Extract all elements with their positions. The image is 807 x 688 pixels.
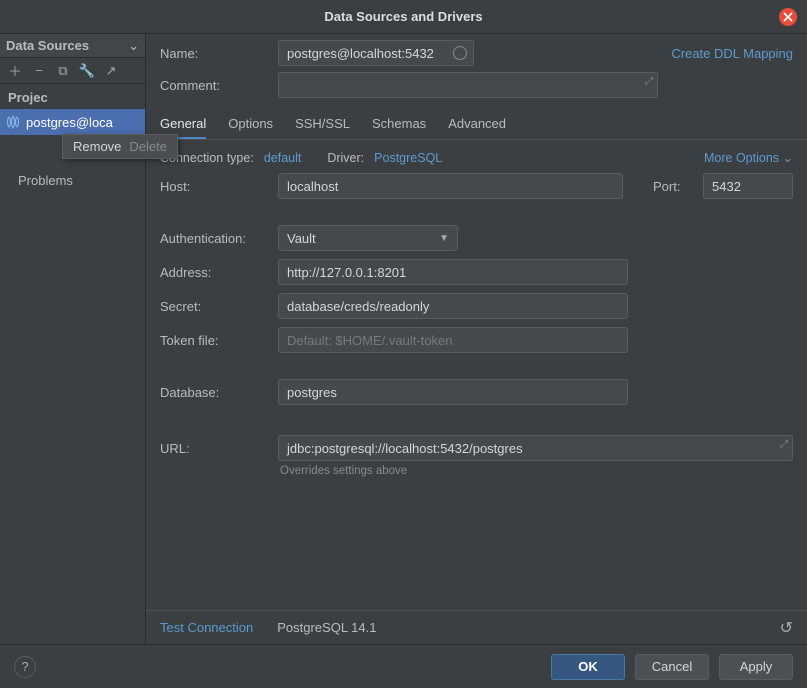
auth-row: Authentication: Vault ▼ — [160, 225, 793, 251]
wrench-icon: 🔧 — [79, 63, 95, 79]
tooltip-action: Remove — [73, 139, 121, 154]
copy-button[interactable]: ⧉ — [54, 62, 72, 80]
host-row: Host: localhost Port: 5432 — [160, 173, 793, 199]
settings-button[interactable]: 🔧 — [78, 62, 96, 80]
tab-ssh-ssl[interactable]: SSH/SSL — [295, 116, 350, 139]
minus-icon: − — [35, 63, 43, 78]
datasource-item[interactable]: postgres@loca — [0, 109, 145, 135]
comment-label: Comment: — [160, 78, 268, 93]
tab-bar: General Options SSH/SSL Schemas Advanced — [146, 110, 807, 140]
tab-options[interactable]: Options — [228, 116, 273, 139]
name-row: Name: postgres@localhost:5432 Create DDL… — [146, 34, 807, 72]
dialog-body: Data Sources ⌄ ＋ − ⧉ 🔧 ↗ Projec postgres… — [0, 34, 807, 644]
driver-label: Driver: — [327, 151, 364, 165]
tooltip: Remove Delete — [62, 134, 178, 159]
token-label: Token file: — [160, 333, 268, 348]
sidebar-item-problems[interactable]: Problems — [0, 159, 145, 188]
dropdown-icon: ▼ — [439, 233, 449, 244]
plus-icon: ＋ — [8, 61, 21, 80]
copy-icon: ⧉ — [58, 63, 67, 79]
address-input[interactable]: http://127.0.0.1:8201 — [278, 259, 628, 285]
sidebar-toolbar: ＋ − ⧉ 🔧 ↗ — [0, 58, 145, 84]
window-title: Data Sources and Drivers — [324, 9, 482, 24]
help-icon: ? — [21, 659, 28, 674]
sidebar: Data Sources ⌄ ＋ − ⧉ 🔧 ↗ Projec postgres… — [0, 34, 146, 644]
port-label: Port: — [653, 179, 693, 194]
secret-label: Secret: — [160, 299, 268, 314]
color-circle-icon[interactable] — [453, 46, 467, 60]
host-label: Host: — [160, 179, 268, 194]
dialog-window: Data Sources and Drivers Data Sources ⌄ … — [0, 0, 807, 688]
comment-input[interactable]: ⤢ — [278, 72, 658, 98]
expand-icon[interactable]: ⤢ — [780, 439, 788, 450]
create-ddl-mapping-link[interactable]: Create DDL Mapping — [671, 46, 793, 61]
connection-type-value[interactable]: default — [264, 151, 302, 165]
name-value: postgres@localhost:5432 — [287, 46, 434, 61]
token-row: Token file: Default: $HOME/.vault-token — [160, 327, 793, 353]
url-label: URL: — [160, 441, 268, 456]
database-row: Database: postgres — [160, 379, 793, 405]
cancel-button[interactable]: Cancel — [635, 654, 709, 680]
datasource-item-label: postgres@loca — [26, 115, 113, 130]
comment-row: Comment: ⤢ — [146, 72, 807, 104]
port-input[interactable]: 5432 — [703, 173, 793, 199]
auth-select[interactable]: Vault ▼ — [278, 225, 458, 251]
more-options-link[interactable]: More Options ⌄ — [704, 150, 793, 165]
tooltip-shortcut: Delete — [129, 139, 167, 154]
reset-button[interactable]: ↺ — [780, 618, 793, 638]
secret-row: Secret: database/creds/readonly — [160, 293, 793, 319]
postgres-icon — [6, 115, 20, 129]
tab-advanced[interactable]: Advanced — [448, 116, 506, 139]
sidebar-section-project: Projec — [0, 84, 145, 109]
driver-value[interactable]: PostgreSQL — [374, 151, 442, 165]
tab-schemas[interactable]: Schemas — [372, 116, 426, 139]
secret-input[interactable]: database/creds/readonly — [278, 293, 628, 319]
close-icon — [783, 12, 793, 22]
form-area: Host: localhost Port: 5432 Authenticatio… — [146, 171, 807, 479]
remove-button[interactable]: − — [30, 62, 48, 80]
token-input[interactable]: Default: $HOME/.vault-token — [278, 327, 628, 353]
test-connection-link[interactable]: Test Connection — [160, 620, 253, 635]
chevron-down-icon: ⌄ — [783, 151, 793, 165]
database-input[interactable]: postgres — [278, 379, 628, 405]
main-panel: Name: postgres@localhost:5432 Create DDL… — [146, 34, 807, 644]
connection-subrow: Connection type: default Driver: Postgre… — [146, 140, 807, 171]
url-help-text: Overrides settings above — [160, 465, 793, 477]
help-button[interactable]: ? — [14, 656, 36, 678]
auth-label: Authentication: — [160, 231, 268, 246]
status-bar: Test Connection PostgreSQL 14.1 ↺ — [146, 610, 807, 644]
host-input[interactable]: localhost — [278, 173, 623, 199]
chevron-down-icon: ⌄ — [128, 38, 139, 54]
close-button[interactable] — [779, 8, 797, 26]
apply-button[interactable]: Apply — [719, 654, 793, 680]
name-input[interactable]: postgres@localhost:5432 — [278, 40, 474, 66]
sidebar-header[interactable]: Data Sources ⌄ — [0, 34, 145, 58]
titlebar: Data Sources and Drivers — [0, 0, 807, 34]
url-input[interactable]: jdbc:postgresql://localhost:5432/postgre… — [278, 435, 793, 461]
footer: ? OK Cancel Apply — [0, 644, 807, 688]
sidebar-header-label: Data Sources — [6, 38, 128, 53]
address-label: Address: — [160, 265, 268, 280]
add-button[interactable]: ＋ — [6, 62, 24, 80]
expand-icon[interactable]: ⤢ — [645, 76, 653, 87]
ok-button[interactable]: OK — [551, 654, 625, 680]
database-label: Database: — [160, 385, 268, 400]
external-icon: ↗ — [106, 63, 117, 79]
url-row: URL: jdbc:postgresql://localhost:5432/po… — [160, 435, 793, 461]
open-button[interactable]: ↗ — [102, 62, 120, 80]
driver-version-text: PostgreSQL 14.1 — [277, 620, 376, 635]
address-row: Address: http://127.0.0.1:8201 — [160, 259, 793, 285]
name-label: Name: — [160, 46, 268, 61]
